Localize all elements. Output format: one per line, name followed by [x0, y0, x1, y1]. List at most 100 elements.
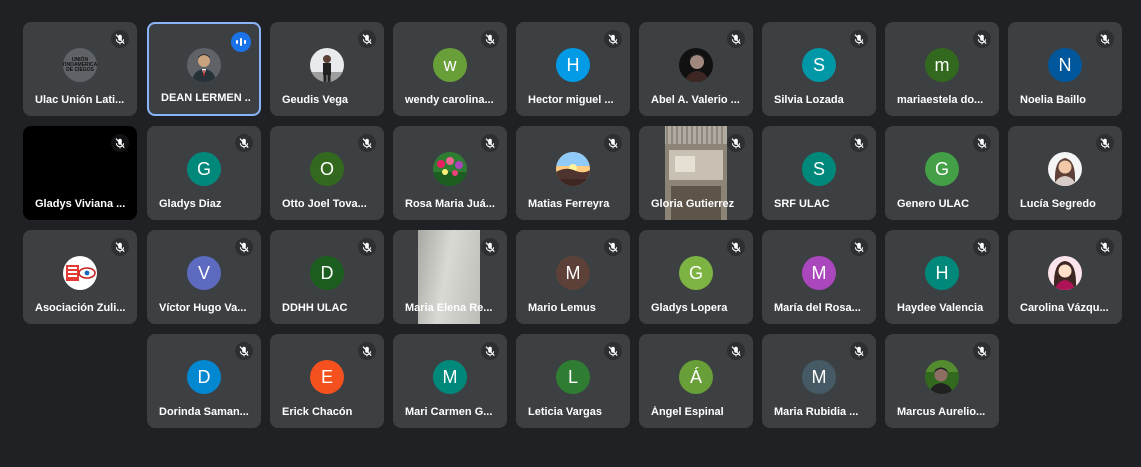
participant-tile[interactable]: m mariaestela do... [885, 22, 999, 116]
participant-name: Maria Rubidia ... [774, 406, 859, 418]
participant-name: María del Rosa... [774, 302, 861, 314]
mic-off-icon [604, 342, 622, 360]
mic-off-icon [727, 342, 745, 360]
speaking-indicator-icon [231, 32, 251, 52]
participant-tile[interactable]: D Dorinda Saman... [147, 334, 261, 428]
participant-tile[interactable]: DEAN LERMEN ... [147, 22, 261, 116]
avatar-photo [187, 48, 221, 83]
mic-off-icon [481, 134, 499, 152]
avatar-initial: E [310, 360, 344, 395]
participant-grid: UNIÓN LATINOAMERICANA DE CIEGOS Ulac Unió… [0, 0, 1141, 467]
participant-name: Erick Chacón [282, 406, 353, 418]
mic-off-icon [111, 238, 129, 256]
participant-tile[interactable]: Geudis Vega [270, 22, 384, 116]
avatar-initial: Á [679, 360, 713, 395]
mic-off-icon [358, 342, 376, 360]
mic-off-icon [727, 238, 745, 256]
mic-off-icon [850, 30, 868, 48]
avatar-photo [679, 48, 713, 83]
participant-tile[interactable]: Abel A. Valerio ... [639, 22, 753, 116]
participant-name: SRF ULAC [774, 198, 830, 210]
avatar-initial: D [310, 256, 344, 291]
participant-name: Mario Lemus [528, 302, 596, 314]
mic-off-icon [235, 238, 253, 256]
mic-off-icon [1096, 238, 1114, 256]
avatar-photo [63, 256, 97, 291]
avatar-initial: M [802, 256, 836, 291]
participant-name: Gladys Diaz [159, 198, 222, 210]
participant-name: Mari Carmen G... [405, 406, 493, 418]
mic-off-icon [235, 134, 253, 152]
mic-off-icon [850, 134, 868, 152]
participant-tile[interactable]: N Noelia Baillo [1008, 22, 1122, 116]
avatar-photo [310, 48, 344, 83]
participant-tile[interactable]: H Haydee Valencia [885, 230, 999, 324]
avatar-initial: H [556, 48, 590, 83]
participant-tile[interactable]: H Hector miguel ... [516, 22, 630, 116]
mic-off-icon [727, 30, 745, 48]
participant-name: Víctor Hugo Va... [159, 302, 247, 314]
participant-tile[interactable]: G Genero ULAC [885, 126, 999, 220]
participant-name: Abel A. Valerio ... [651, 94, 740, 106]
participant-tile[interactable]: Lucía Segredo [1008, 126, 1122, 220]
participant-name: Leticia Vargas [528, 406, 602, 418]
participant-tile[interactable]: V Víctor Hugo Va... [147, 230, 261, 324]
avatar-photo [556, 152, 590, 187]
participant-tile[interactable]: Maria Elena Re... [393, 230, 507, 324]
mic-off-icon [850, 342, 868, 360]
participant-name: DDHH ULAC [282, 302, 348, 314]
mic-off-icon [481, 238, 499, 256]
mic-off-icon [973, 30, 991, 48]
participant-name: Gladys Viviana ... [35, 198, 126, 210]
participant-name: Asociación Zuli... [35, 302, 126, 314]
participant-tile[interactable]: M Mari Carmen G... [393, 334, 507, 428]
mic-off-icon [358, 30, 376, 48]
participant-name: Silvia Lozada [774, 94, 844, 106]
participant-name: Carolina Vázqu... [1020, 302, 1109, 314]
mic-off-icon [850, 238, 868, 256]
avatar-initial: M [802, 360, 836, 395]
participant-name: Rosa Maria Juá... [405, 198, 495, 210]
mic-off-icon [111, 30, 129, 48]
participant-name: Marcus Aurelio... [897, 406, 986, 418]
avatar-initial: H [925, 256, 959, 291]
mic-off-icon [481, 30, 499, 48]
participant-name: Maria Elena Re... [405, 302, 493, 314]
avatar-initial: O [310, 152, 344, 187]
participant-tile[interactable]: E Erick Chacón [270, 334, 384, 428]
participant-tile[interactable]: UNIÓN LATINOAMERICANA DE CIEGOS Ulac Unió… [23, 22, 137, 116]
participant-tile[interactable]: L Leticia Vargas [516, 334, 630, 428]
avatar-initial: N [1048, 48, 1082, 83]
avatar-initial: w [433, 48, 467, 83]
mic-off-icon [1096, 134, 1114, 152]
participant-tile[interactable]: w wendy carolina... [393, 22, 507, 116]
mic-off-icon [973, 238, 991, 256]
participant-tile[interactable]: Marcus Aurelio... [885, 334, 999, 428]
participant-tile[interactable]: Á Ángel Espinal [639, 334, 753, 428]
avatar-initial: L [556, 360, 590, 395]
avatar-initial: M [433, 360, 467, 395]
participant-name: Noelia Baillo [1020, 94, 1087, 106]
avatar-initial: S [802, 152, 836, 187]
participant-tile[interactable]: M Maria Rubidia ... [762, 334, 876, 428]
participant-tile[interactable]: Gloria Gutierrez [639, 126, 753, 220]
organization-logo: UNIÓN LATINOAMERICANA DE CIEGOS [63, 48, 97, 83]
participant-tile[interactable]: G Gladys Diaz [147, 126, 261, 220]
participant-tile[interactable]: Rosa Maria Juá... [393, 126, 507, 220]
participant-tile[interactable]: D DDHH ULAC [270, 230, 384, 324]
participant-tile[interactable]: O Otto Joel Tova... [270, 126, 384, 220]
participant-tile[interactable]: S SRF ULAC [762, 126, 876, 220]
participant-name: mariaestela do... [897, 94, 984, 106]
participant-tile[interactable]: S Silvia Lozada [762, 22, 876, 116]
participant-name: DEAN LERMEN ... [161, 92, 251, 104]
participant-tile[interactable]: Carolina Vázqu... [1008, 230, 1122, 324]
participant-tile[interactable]: Matias Ferreyra [516, 126, 630, 220]
participant-tile[interactable]: Asociación Zuli... [23, 230, 137, 324]
participant-tile[interactable]: M María del Rosa... [762, 230, 876, 324]
participant-name: Ángel Espinal [651, 406, 724, 418]
participant-tile[interactable]: G Gladys Lopera [639, 230, 753, 324]
avatar-initial: V [187, 256, 221, 291]
participant-tile[interactable]: M Mario Lemus [516, 230, 630, 324]
participant-tile[interactable]: Gladys Viviana ... [23, 126, 137, 220]
participant-name: Dorinda Saman... [159, 406, 249, 418]
